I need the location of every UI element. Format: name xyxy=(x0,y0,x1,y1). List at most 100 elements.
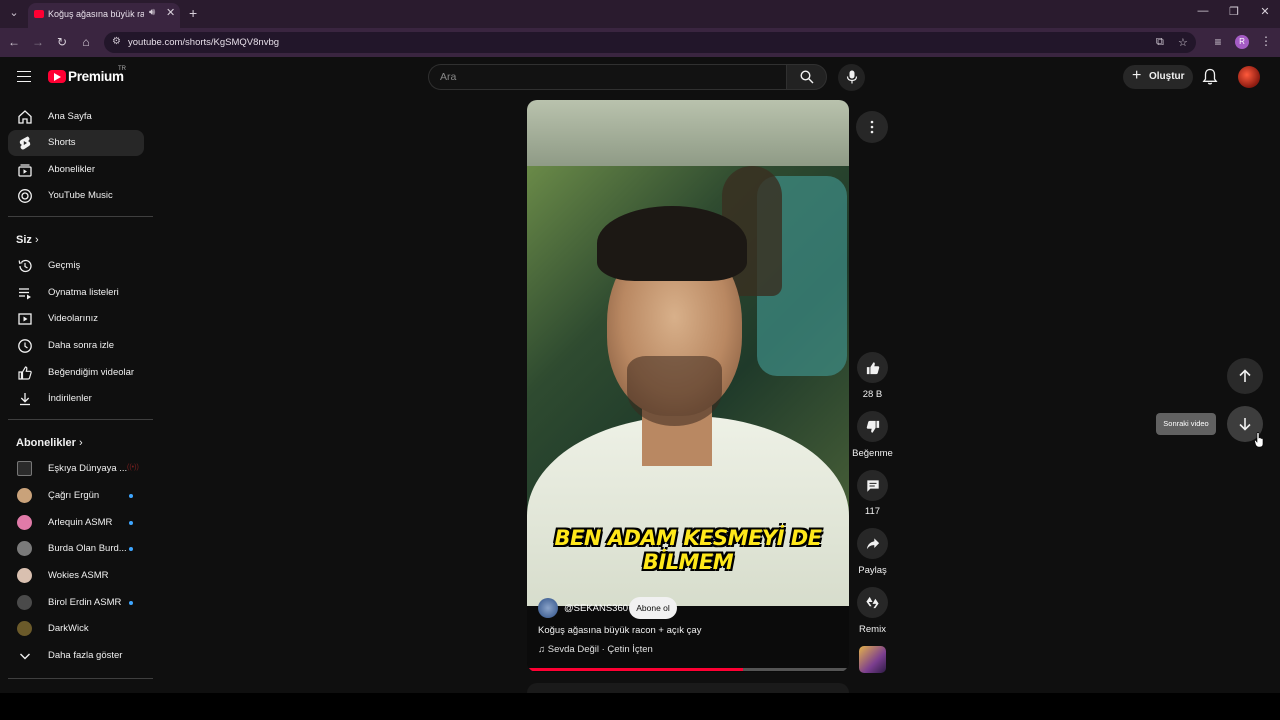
download-icon xyxy=(20,393,30,406)
tab-title: Koğuş ağasına büyük racon xyxy=(48,9,144,19)
sidebar-item-downloads[interactable]: İndirilenler xyxy=(8,386,144,412)
share-label: Paylaş xyxy=(858,565,887,576)
sidebar-item-history[interactable]: Geçmiş xyxy=(8,253,144,279)
sidebar-item-subscriptions[interactable]: Abonelikler xyxy=(8,157,144,183)
sidebar-item-youtube-music[interactable]: YouTube Music xyxy=(8,183,144,209)
dislike-label: Beğenme xyxy=(852,448,893,459)
new-content-dot xyxy=(129,601,133,605)
divider xyxy=(8,419,153,420)
site-info-icon[interactable]: ⚙ xyxy=(112,36,121,47)
subscription-name: Arlequin ASMR xyxy=(48,517,113,528)
bookmark-star-icon[interactable]: ☆ xyxy=(1178,36,1188,49)
subscription-name: Burda Olan Burd... xyxy=(48,543,127,554)
subscription-item[interactable]: Burda Olan Burd... xyxy=(8,536,144,562)
channel-name[interactable]: @SEKANS360 xyxy=(564,603,628,614)
close-window-button[interactable]: ✕ xyxy=(1255,5,1275,18)
remix-button[interactable] xyxy=(857,587,888,618)
new-content-dot xyxy=(129,547,133,551)
progress-fill xyxy=(527,668,743,671)
channel-avatar xyxy=(17,621,32,636)
sidebar-item-home[interactable]: Ana Sayfa xyxy=(8,104,144,130)
subscription-item[interactable]: Birol Erdin ASMR xyxy=(8,590,144,616)
previous-video-button[interactable] xyxy=(1227,358,1263,394)
sidebar-item-your-videos[interactable]: Videolarınız xyxy=(8,306,144,332)
create-button[interactable]: + Oluştur xyxy=(1123,65,1193,89)
sidebar-item-shorts[interactable]: Shorts xyxy=(8,130,144,156)
music-link[interactable]: ♫ Sevda Değil · Çetin İçten xyxy=(538,644,653,655)
search-button[interactable] xyxy=(786,64,827,90)
music-icon xyxy=(18,189,32,203)
sidebar-item-playlists[interactable]: Oynatma listeleri xyxy=(8,280,144,306)
account-avatar[interactable] xyxy=(1238,66,1260,88)
history-icon xyxy=(18,259,32,273)
sidebar-item-liked-videos[interactable]: Beğendiğim videolar xyxy=(8,360,144,386)
subscription-name: Wokies ASMR xyxy=(48,570,109,581)
short-player[interactable]: BEN ADAM KESMEYİ DE BİLMEM @SEKANS360 Ab… xyxy=(527,100,849,672)
browser-menu-icon[interactable]: ⋮ xyxy=(1260,34,1272,48)
divider xyxy=(8,216,153,217)
youtube-favicon-icon xyxy=(34,10,44,18)
country-code: TR xyxy=(118,66,126,72)
sidebar-item-label: Daha sonra izle xyxy=(48,340,115,351)
sidebar-item-label: Shorts xyxy=(48,137,76,148)
forward-button[interactable]: → xyxy=(30,34,46,50)
subscription-name: Eşkıya Dünyaya ... xyxy=(48,463,128,474)
subscriptions-heading-label: Abonelikler xyxy=(16,437,76,449)
subscribe-button[interactable]: Abone ol xyxy=(629,597,677,619)
browser-toolbar: ← → ↻ ⌂ ⚙ youtube.com/shorts/KgSMQV8nvbg… xyxy=(0,28,1280,57)
subscriptions-section-heading[interactable]: Abonelikler › xyxy=(16,437,83,449)
install-app-icon[interactable]: ⧉ xyxy=(1156,36,1164,49)
video-frame[interactable]: BEN ADAM KESMEYİ DE BİLMEM xyxy=(527,166,849,606)
reload-button[interactable]: ↻ xyxy=(54,34,70,50)
thumbs-down-icon xyxy=(866,420,879,433)
divider xyxy=(8,678,153,679)
sound-thumbnail[interactable] xyxy=(859,646,886,673)
browser-titlebar: ⌄ Koğuş ağasına büyük racon 🔊︎ ✕ + — ❐ ✕ xyxy=(0,0,1280,28)
minimize-button[interactable]: — xyxy=(1193,5,1213,17)
media-controls-icon[interactable]: ≡ xyxy=(1210,34,1226,50)
logo-text[interactable]: Premium xyxy=(68,69,124,84)
you-heading-label: Siz xyxy=(16,234,32,246)
hamburger-menu-icon[interactable] xyxy=(17,71,31,82)
progress-bar[interactable] xyxy=(527,668,849,671)
channel-avatar[interactable] xyxy=(538,598,558,618)
back-button[interactable]: ← xyxy=(6,34,22,50)
share-button[interactable] xyxy=(857,528,888,559)
more-options-button[interactable] xyxy=(856,111,888,143)
subscription-item[interactable]: DarkWick xyxy=(8,616,144,642)
speaker-icon[interactable]: 🔊︎ xyxy=(149,7,155,18)
voice-search-button[interactable] xyxy=(838,64,865,91)
channel-avatar xyxy=(17,541,32,556)
like-button[interactable] xyxy=(857,352,888,383)
restore-button[interactable]: ❐ xyxy=(1224,5,1244,18)
video-title[interactable]: Koğuş ağasına büyük racon + açık çay xyxy=(538,625,701,636)
chevron-right-icon: › xyxy=(34,234,39,246)
tab-search-chevron-icon[interactable]: ⌄ xyxy=(6,5,22,21)
channel-avatar xyxy=(17,488,32,503)
sidebar-item-label: Oynatma listeleri xyxy=(48,287,119,298)
subscription-item[interactable]: Çağrı Ergün xyxy=(8,483,144,509)
browser-tab-active[interactable]: Koğuş ağasına büyük racon 🔊︎ ✕ xyxy=(28,3,180,28)
subscription-item[interactable]: Arlequin ASMR xyxy=(8,510,144,536)
sidebar-item-label: Videolarınız xyxy=(48,313,98,324)
home-icon xyxy=(18,110,32,124)
tab-close-icon[interactable]: ✕ xyxy=(166,6,175,19)
show-more-button[interactable]: Daha fazla göster xyxy=(8,643,144,669)
comments-button[interactable] xyxy=(857,470,888,501)
new-content-dot xyxy=(129,521,133,525)
home-button[interactable]: ⌂ xyxy=(78,34,94,50)
subscription-item[interactable]: Eşkıya Dünyaya ... ((•)) xyxy=(8,456,144,482)
notifications-bell-icon[interactable] xyxy=(1202,68,1218,86)
subscription-item[interactable]: Wokies ASMR xyxy=(8,563,144,589)
you-section-heading[interactable]: Siz › xyxy=(16,234,39,246)
show-more-label: Daha fazla göster xyxy=(48,650,123,661)
subscription-name: DarkWick xyxy=(48,623,89,634)
profile-avatar[interactable]: R xyxy=(1235,35,1249,49)
address-bar[interactable]: ⚙ youtube.com/shorts/KgSMQV8nvbg ⧉ ☆ xyxy=(104,32,1196,53)
dislike-button[interactable] xyxy=(857,411,888,442)
new-tab-button[interactable]: + xyxy=(189,5,197,21)
sidebar-item-watch-later[interactable]: Daha sonra izle xyxy=(8,333,144,359)
search-input[interactable]: Ara xyxy=(428,64,786,90)
create-label: Oluştur xyxy=(1149,71,1185,82)
subscription-name: Birol Erdin ASMR xyxy=(48,597,122,608)
